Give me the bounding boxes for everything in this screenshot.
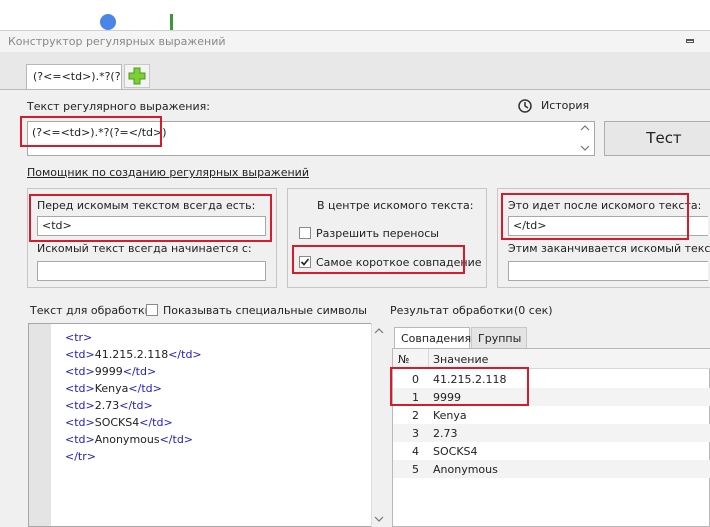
after-text-value: </td> — [513, 219, 547, 232]
column-divider — [428, 349, 429, 368]
center-label: В центре искомого текста: — [317, 199, 474, 212]
editor-scrollbar[interactable] — [371, 323, 387, 527]
regex-builder-window: Конструктор регулярных выражений (?<=<td… — [0, 0, 710, 527]
editor-line: <td>41.215.2.118</td> — [65, 348, 202, 361]
ends-label: Этим заканчивается искомый текст: — [508, 242, 710, 255]
before-label: Перед искомым текстом всегда есть: — [37, 199, 256, 212]
editor-line: <td>Kenya</td> — [65, 382, 162, 395]
helper-link[interactable]: Помощник по созданию регулярных выражени… — [27, 166, 309, 179]
shortest-match-label: Самое короткое совпадение — [316, 256, 482, 269]
show-special-checkbox[interactable] — [146, 304, 158, 316]
tab-groups-label: Группы — [478, 332, 522, 345]
table-row[interactable]: 5 Anonymous — [393, 460, 710, 478]
before-text-input[interactable]: <td> — [37, 216, 266, 236]
show-special-label: Показывать специальные символы — [163, 304, 367, 317]
before-text-value: <td> — [42, 219, 72, 232]
after-label: Это идет после искомого текста: — [508, 199, 702, 212]
tab-matches[interactable]: Совпадения — [394, 327, 472, 348]
editor-line: <td>SOCKS4</td> — [65, 416, 173, 429]
result-time: (0 сек) — [514, 304, 553, 317]
allow-wrap-checkbox[interactable] — [299, 227, 311, 239]
history-icon — [518, 99, 532, 113]
plus-icon — [128, 67, 146, 85]
ends-with-input[interactable] — [508, 261, 708, 281]
test-button[interactable]: Тест — [604, 121, 710, 156]
table-row[interactable]: 0 41.215.2.118 — [393, 370, 710, 388]
regex-scroll[interactable] — [578, 123, 592, 153]
regex-value: (?<=<td>).*?(?=</td>) — [32, 126, 167, 139]
app-logo-icon — [100, 14, 116, 30]
table-row[interactable]: 2 Kenya — [393, 406, 710, 424]
regex-input[interactable]: (?<=<td>).*?(?=</td>) — [27, 121, 595, 156]
scroll-arrows-icon — [374, 328, 384, 522]
tab-pattern[interactable]: (?<=<td>).*?(? — [26, 64, 122, 89]
table-row[interactable]: 1 9999 — [393, 388, 710, 406]
scroll-arrows-icon — [580, 125, 590, 151]
result-label: Результат обработки — [390, 304, 514, 317]
shortest-match-checkbox[interactable] — [299, 256, 311, 268]
table-row[interactable]: 4 SOCKS4 — [393, 442, 710, 460]
history-label: История — [541, 99, 590, 112]
app-logo-icon-2 — [170, 14, 173, 30]
table-row[interactable]: 3 2.73 — [393, 424, 710, 442]
results-table: № Значение 0 41.215.2.118 1 9999 2 Kenya 32… — [392, 348, 710, 527]
title-bar: Конструктор регулярных выражений — [0, 30, 710, 53]
starts-with-input[interactable] — [37, 261, 266, 281]
add-tab-button[interactable] — [124, 64, 150, 88]
regex-label: Текст регулярного выражения: — [27, 100, 210, 113]
after-text-input[interactable]: </td> — [508, 216, 708, 236]
editor-line: <td>9999</td> — [65, 365, 157, 378]
tab-matches-label: Совпадения — [401, 332, 472, 345]
minimize-icon — [686, 39, 694, 43]
results-header: № Значение — [393, 349, 710, 369]
column-value: Значение — [433, 353, 489, 366]
input-text-label: Текст для обработки — [30, 304, 152, 317]
tab-pattern-label: (?<=<td>).*?(? — [33, 70, 121, 83]
editor-gutter — [29, 324, 51, 526]
window-title: Конструктор регулярных выражений — [8, 35, 226, 48]
checkmark-icon — [300, 258, 310, 266]
starts-label: Искомый текст всегда начинается с: — [37, 242, 252, 255]
minimize-button[interactable] — [684, 39, 696, 49]
column-number: № — [398, 353, 410, 366]
allow-wrap-label: Разрешить переносы — [316, 227, 439, 240]
editor-line: </tr> — [65, 450, 96, 463]
editor-line: <tr> — [65, 331, 93, 344]
editor-line: <td>Anonymous</td> — [65, 433, 194, 446]
tab-groups[interactable]: Группы — [471, 327, 527, 348]
background-window-strip — [0, 0, 710, 30]
input-text-editor[interactable]: <tr> <td>41.215.2.118</td> <td>9999</td>… — [28, 323, 387, 527]
editor-line: <td>2.73</td> — [65, 399, 153, 412]
